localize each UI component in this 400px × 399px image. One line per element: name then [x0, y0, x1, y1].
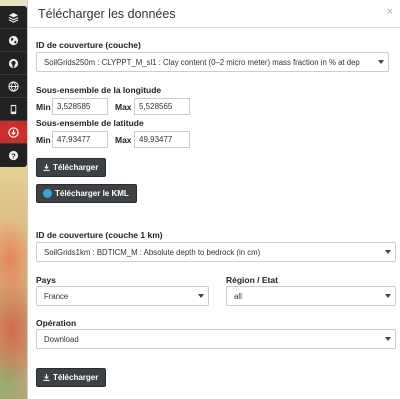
coverage-label: ID de couverture (couche)	[36, 40, 141, 50]
left-toolbar: ?	[0, 6, 27, 167]
country-select-value: France	[44, 291, 69, 301]
longitude-label: Sous-ensemble de la longitude	[36, 85, 162, 95]
region-select-value: all	[234, 291, 242, 301]
download-data-panel: Télécharger les données × ID de couvertu…	[27, 0, 400, 399]
lat-max-value: 49,93477	[139, 135, 173, 144]
download-icon	[43, 164, 50, 171]
github-icon	[8, 58, 19, 68]
coverage-1km-select[interactable]: SoilGrids1km : BDTICM_M : Absolute depth…	[36, 242, 396, 262]
chevron-down-icon	[198, 294, 204, 298]
world-button[interactable]	[0, 75, 27, 98]
chevron-down-icon	[385, 250, 391, 254]
download-circle-icon	[8, 126, 19, 138]
operation-select[interactable]: Download	[36, 329, 396, 349]
kml-button-label: Télécharger le KML	[55, 189, 129, 198]
download-panel-button[interactable]	[0, 121, 27, 144]
help-button[interactable]: ?	[0, 144, 27, 167]
github-button[interactable]	[0, 52, 27, 75]
region-label: Région / Etat	[226, 275, 278, 285]
lat-max-input[interactable]: 49,93477	[134, 131, 190, 148]
layers-icon	[8, 12, 19, 23]
lat-min-label: Min	[36, 135, 51, 145]
globe-button[interactable]	[0, 29, 27, 52]
country-label: Pays	[36, 275, 56, 285]
mobile-button[interactable]	[0, 98, 27, 121]
mobile-icon	[10, 104, 17, 114]
lon-min-label: Min	[36, 102, 51, 112]
globe-icon	[8, 35, 19, 45]
coverage-1km-select-value: SoilGrids1km : BDTICM_M : Absolute depth…	[44, 247, 261, 257]
coverage-select[interactable]: SoilGrids250m : CLYPPT_M_sl1 : Clay cont…	[36, 52, 389, 72]
latitude-label: Sous-ensemble de latitude	[36, 118, 144, 128]
world-icon	[8, 80, 19, 92]
lat-min-value: 47,93477	[57, 135, 91, 144]
help-icon: ?	[8, 150, 19, 160]
chevron-down-icon	[385, 337, 391, 341]
close-icon[interactable]: ×	[387, 7, 393, 18]
coverage-select-value: SoilGrids250m : CLYPPT_M_sl1 : Clay cont…	[44, 57, 360, 67]
chevron-down-icon	[385, 294, 391, 298]
lon-max-value: 5,528565	[139, 102, 173, 111]
svg-text:?: ?	[11, 151, 16, 160]
region-select[interactable]: all	[226, 286, 396, 306]
lat-max-label: Max	[115, 135, 132, 145]
globe-kml-icon	[43, 189, 52, 198]
country-select[interactable]: France	[36, 286, 209, 306]
download-1km-button-label: Télécharger	[53, 373, 99, 382]
download-icon	[43, 374, 50, 381]
download-button[interactable]: Télécharger	[36, 158, 107, 177]
lon-max-label: Max	[115, 102, 132, 112]
lon-min-input[interactable]: 3,528585	[52, 98, 108, 115]
download-button-label: Télécharger	[53, 163, 99, 172]
operation-label: Opération	[36, 318, 77, 328]
panel-header: Télécharger les données ×	[28, 0, 400, 28]
panel-title: Télécharger les données	[38, 6, 176, 21]
coverage-1km-label: ID de couverture (couche 1 km)	[36, 230, 163, 240]
lon-max-input[interactable]: 5,528565	[134, 98, 190, 115]
lat-min-input[interactable]: 47,93477	[52, 131, 108, 148]
layers-button[interactable]	[0, 6, 27, 29]
download-1km-button[interactable]: Télécharger	[36, 368, 107, 387]
operation-select-value: Download	[44, 334, 79, 344]
chevron-down-icon	[378, 60, 384, 64]
lon-min-value: 3,528585	[57, 102, 91, 111]
download-kml-button[interactable]: Télécharger le KML	[36, 184, 137, 203]
